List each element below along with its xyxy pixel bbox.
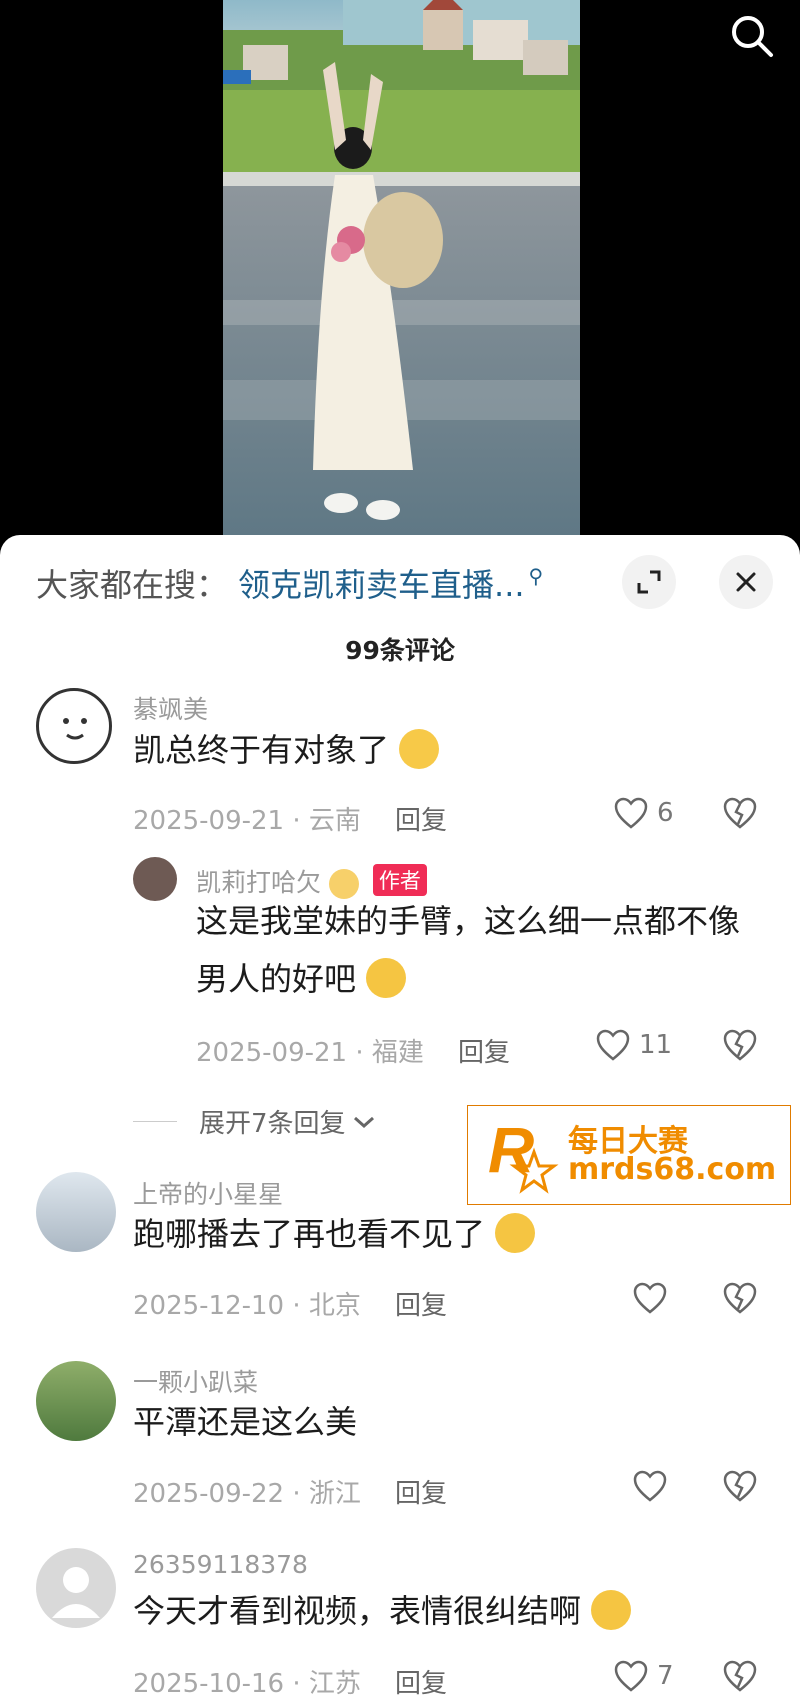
comment-date: 2025-10-16 · 江苏 — [133, 1669, 361, 1695]
dislike-button[interactable] — [722, 1281, 758, 1319]
comment-author[interactable]: 26359118378 — [133, 1550, 308, 1579]
comment-date: 2025-09-22 · 浙江 — [133, 1479, 361, 1509]
broken-heart-icon — [723, 797, 757, 829]
reply-button[interactable]: 回复 — [395, 1663, 447, 1695]
like-button[interactable]: 7 — [613, 1659, 674, 1693]
heart-icon — [614, 1660, 648, 1692]
video-player[interactable] — [0, 0, 800, 535]
reply-button[interactable]: 回复 — [395, 1285, 447, 1322]
heart-icon — [633, 1282, 667, 1314]
reply-button[interactable]: 回复 — [395, 1473, 447, 1510]
avatar[interactable] — [36, 1361, 116, 1441]
heart-icon — [633, 1470, 667, 1502]
heart-icon — [614, 797, 648, 829]
avatar[interactable] — [36, 688, 112, 764]
avatar[interactable] — [36, 1172, 116, 1252]
comment-text: 跑哪播去了再也看不见了 — [133, 1205, 536, 1263]
heart-icon — [596, 1029, 630, 1061]
watermark-logo-icon: R — [488, 1114, 559, 1194]
dislike-button[interactable] — [722, 1469, 758, 1507]
trending-search-label: 大家都在搜： — [36, 566, 229, 604]
close-button[interactable] — [719, 555, 773, 609]
broken-heart-icon — [723, 1470, 757, 1502]
like-count: 6 — [657, 798, 674, 828]
like-button[interactable]: 6 — [613, 796, 674, 830]
expand-icon — [637, 570, 661, 594]
search-icon: ⚲ — [528, 564, 544, 588]
reply-button[interactable]: 回复 — [395, 800, 447, 837]
like-button[interactable] — [632, 1281, 668, 1315]
expand-replies-button[interactable]: 展开7条回复 — [133, 1103, 376, 1140]
comment-date: 2025-09-21 · 福建 — [196, 1038, 424, 1068]
trending-search[interactable]: 大家都在搜： 领克凯莉卖车直播... ⚲ — [36, 560, 544, 606]
dislike-button[interactable] — [722, 1659, 758, 1695]
expand-button[interactable] — [622, 555, 676, 609]
comment-text: 凯总终于有对象了 — [133, 721, 440, 779]
comment-text: 今天才看到视频，表情很纠结啊 — [133, 1582, 632, 1640]
like-count: 7 — [657, 1661, 674, 1691]
comment-text: 男人的好吧 — [196, 950, 407, 1008]
default-user-icon — [52, 1567, 100, 1618]
divider — [133, 1121, 177, 1122]
thinking-emoji-icon — [399, 729, 440, 769]
dislike-button[interactable] — [722, 796, 758, 834]
broken-heart-icon — [723, 1029, 757, 1061]
watermark: R 每日大赛 mrds68.com — [467, 1105, 791, 1205]
laugh-cry-emoji-icon — [591, 1590, 632, 1630]
close-icon — [736, 572, 756, 592]
reply-button[interactable]: 回复 — [458, 1032, 510, 1069]
broken-heart-icon — [723, 1282, 757, 1314]
avatar[interactable] — [36, 1548, 116, 1628]
broken-heart-icon — [723, 1660, 757, 1692]
trending-search-term[interactable]: 领克凯莉卖车直播... — [238, 560, 525, 606]
smiley-avatar-icon — [63, 718, 87, 740]
comment-date: 2025-09-21 · 云南 — [133, 806, 361, 836]
avatar[interactable] — [133, 857, 177, 901]
like-button[interactable]: 11 — [595, 1028, 672, 1062]
comment-count: 99条评论 — [345, 636, 455, 665]
watermark-url: mrds68.com — [568, 1152, 777, 1187]
laugh-cry-emoji-icon — [366, 958, 407, 998]
crying-emoji-icon — [495, 1213, 536, 1253]
expand-replies-label: 展开7条回复 — [199, 1109, 346, 1139]
comment-text: 平潭还是这么美 — [133, 1403, 358, 1441]
dislike-button[interactable] — [722, 1028, 758, 1066]
chevron-down-icon — [353, 1116, 374, 1128]
like-button[interactable] — [632, 1469, 668, 1503]
comment-date: 2025-12-10 · 北京 — [133, 1291, 361, 1321]
comment-text-line: 这是我堂妹的手臂，这么细一点都不像 — [196, 902, 741, 940]
search-button[interactable] — [724, 8, 780, 64]
search-icon — [732, 16, 773, 57]
like-count: 11 — [639, 1030, 673, 1060]
video-thumbnail[interactable] — [223, 0, 580, 535]
